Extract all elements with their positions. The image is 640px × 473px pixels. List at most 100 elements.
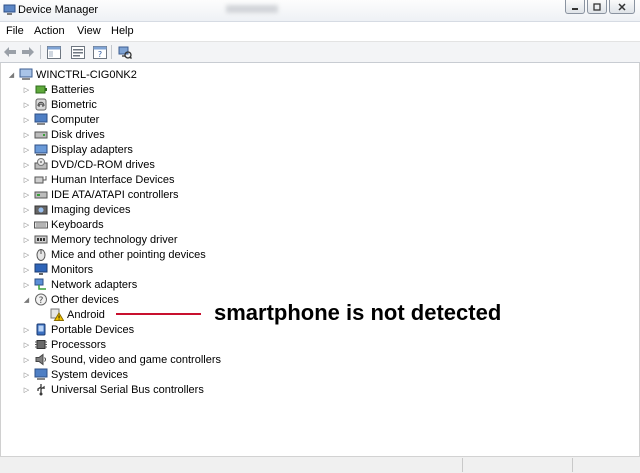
blurred-text xyxy=(226,5,278,13)
collapse-arrow-icon[interactable]: ◢ xyxy=(7,67,16,82)
toolbar-separator xyxy=(111,45,112,59)
expand-arrow-icon[interactable]: ▷ xyxy=(22,322,31,337)
tree-item-label: DVD/CD-ROM drives xyxy=(51,158,155,171)
memory-icon xyxy=(34,233,48,247)
tree-item-keyboards[interactable]: ▷ Keyboards xyxy=(22,217,104,232)
tree-item-usb-controllers[interactable]: ▷ Universal Serial Bus controllers xyxy=(22,382,204,397)
expand-arrow-icon[interactable]: ▷ xyxy=(22,172,31,187)
properties-icon[interactable] xyxy=(70,44,86,60)
tree-item-label: Other devices xyxy=(51,293,119,306)
device-manager-icon xyxy=(3,3,16,16)
tree-item-biometric[interactable]: ▷ Biometric xyxy=(22,97,97,112)
tree-item-label: Processors xyxy=(51,338,107,351)
toolbar: ? xyxy=(0,42,640,63)
tree-root-label: WINCTRL-CIG0NK2 xyxy=(36,68,137,81)
tree-item-sound-video-game[interactable]: ▷ Sound, video and game controllers xyxy=(22,352,221,367)
tree-item-imaging-devices[interactable]: ▷ Imaging devices xyxy=(22,202,131,217)
tree-item-label: Batteries xyxy=(51,83,95,96)
tree-item-label: Imaging devices xyxy=(51,203,131,216)
monitor-icon xyxy=(34,263,48,277)
ide-controller-icon xyxy=(34,188,48,202)
system-device-icon xyxy=(34,368,48,382)
minimize-button[interactable] xyxy=(565,0,585,14)
expand-arrow-icon[interactable]: ▷ xyxy=(22,187,31,202)
hid-icon xyxy=(34,173,48,187)
processor-icon xyxy=(34,338,48,352)
disk-drive-icon xyxy=(34,128,48,142)
close-button[interactable] xyxy=(609,0,635,14)
menu-bar: File Action View Help xyxy=(0,22,640,42)
status-divider xyxy=(462,458,463,472)
tree-item-other-devices[interactable]: ◢ ? Other devices xyxy=(22,292,119,307)
tree-item-batteries[interactable]: ▷ Batteries xyxy=(22,82,95,97)
expand-arrow-icon[interactable]: ▷ xyxy=(22,262,31,277)
expand-arrow-icon[interactable]: ▷ xyxy=(22,157,31,172)
tree-item-label: Android xyxy=(67,308,105,321)
tree-item-label: Portable Devices xyxy=(51,323,135,336)
tree-item-label: Mice and other pointing devices xyxy=(51,248,206,261)
tree-item-android[interactable]: Android xyxy=(38,307,105,322)
tree-item-label: Human Interface Devices xyxy=(51,173,175,186)
annotation-arrow-line xyxy=(116,313,201,315)
tree-item-label: Memory technology driver xyxy=(51,233,178,246)
show-hide-console-tree-icon[interactable] xyxy=(46,44,62,60)
expand-arrow-icon[interactable]: ▷ xyxy=(22,82,31,97)
title-bar[interactable]: Device Manager xyxy=(0,0,640,22)
expand-arrow-icon[interactable]: ▷ xyxy=(22,202,31,217)
tree-item-processors[interactable]: ▷ Processors xyxy=(22,337,106,352)
tree-item-ide-controllers[interactable]: ▷ IDE ATA/ATAPI controllers xyxy=(22,187,179,202)
tree-item-portable-devices[interactable]: ▷ Portable Devices xyxy=(22,322,134,337)
unknown-device-icon: ? xyxy=(34,293,48,307)
tree-item-label: Universal Serial Bus controllers xyxy=(51,383,204,396)
expand-arrow-icon[interactable]: ▷ xyxy=(22,337,31,352)
portable-device-icon xyxy=(34,323,48,337)
expand-arrow-icon[interactable]: ▷ xyxy=(22,127,31,142)
expand-arrow-icon[interactable]: ▷ xyxy=(22,277,31,292)
menu-action[interactable]: Action xyxy=(34,25,65,37)
tree-item-network-adapters[interactable]: ▷ Network adapters xyxy=(22,277,137,292)
tree-item-system-devices[interactable]: ▷ System devices xyxy=(22,367,128,382)
help-icon[interactable]: ? xyxy=(92,44,108,60)
menu-view[interactable]: View xyxy=(77,25,101,37)
expand-arrow-icon[interactable]: ▷ xyxy=(22,367,31,382)
tree-item-label: Biometric xyxy=(51,98,97,111)
tree-item-computer[interactable]: ▷ Computer xyxy=(22,112,99,127)
tree-item-label: IDE ATA/ATAPI controllers xyxy=(51,188,179,201)
expand-arrow-icon[interactable]: ▷ xyxy=(22,142,31,157)
status-divider xyxy=(572,458,573,472)
collapse-arrow-icon[interactable]: ◢ xyxy=(22,292,31,307)
device-tree[interactable]: ◢ WINCTRL-CIG0NK2 ▷ Batteries ▷ Biometri… xyxy=(0,63,640,456)
expand-arrow-icon[interactable]: ▷ xyxy=(22,112,31,127)
tree-item-label: Sound, video and game controllers xyxy=(51,353,221,366)
computer-icon xyxy=(34,113,48,127)
tree-item-dvd-drives[interactable]: ▷ DVD/CD-ROM drives xyxy=(22,157,155,172)
expand-arrow-icon[interactable]: ▷ xyxy=(22,217,31,232)
scan-hardware-changes-icon[interactable] xyxy=(117,44,133,60)
tree-item-label: Disk drives xyxy=(51,128,105,141)
display-adapter-icon xyxy=(34,143,48,157)
window-title: Device Manager xyxy=(18,4,99,16)
expand-arrow-icon[interactable]: ▷ xyxy=(22,232,31,247)
back-arrow-icon[interactable] xyxy=(2,44,18,60)
fingerprint-icon xyxy=(34,98,48,112)
mouse-icon xyxy=(34,248,48,262)
tree-item-display-adapters[interactable]: ▷ Display adapters xyxy=(22,142,133,157)
maximize-button[interactable] xyxy=(587,0,607,14)
tree-item-hid[interactable]: ▷ Human Interface Devices xyxy=(22,172,175,187)
tree-root[interactable]: ◢ WINCTRL-CIG0NK2 xyxy=(7,67,137,82)
status-bar xyxy=(0,456,640,473)
usb-icon xyxy=(34,383,48,397)
svg-text:?: ? xyxy=(98,50,102,59)
keyboard-icon xyxy=(34,218,48,232)
menu-file[interactable]: File xyxy=(6,25,24,37)
forward-arrow-icon[interactable] xyxy=(20,44,36,60)
tree-item-disk-drives[interactable]: ▷ Disk drives xyxy=(22,127,105,142)
menu-help[interactable]: Help xyxy=(111,25,134,37)
expand-arrow-icon[interactable]: ▷ xyxy=(22,352,31,367)
tree-item-monitors[interactable]: ▷ Monitors xyxy=(22,262,93,277)
expand-arrow-icon[interactable]: ▷ xyxy=(22,97,31,112)
tree-item-memory-technology[interactable]: ▷ Memory technology driver xyxy=(22,232,178,247)
expand-arrow-icon[interactable]: ▷ xyxy=(22,382,31,397)
expand-arrow-icon[interactable]: ▷ xyxy=(22,247,31,262)
tree-item-mice[interactable]: ▷ Mice and other pointing devices xyxy=(22,247,206,262)
